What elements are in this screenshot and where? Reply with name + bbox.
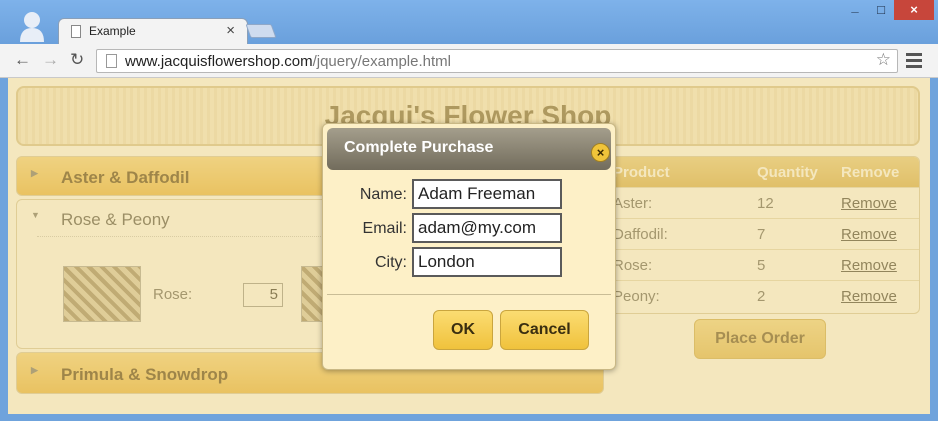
browser-tab[interactable]: Example ×	[58, 18, 248, 44]
minimize-button[interactable]: _	[842, 0, 868, 20]
close-window-button[interactable]: ×	[894, 0, 934, 20]
tab-close-icon[interactable]: ×	[226, 22, 235, 39]
new-tab-button[interactable]	[245, 24, 277, 38]
url-text[interactable]: www.jacquisflowershop.com/jquery/example…	[125, 53, 451, 70]
dialog-close-icon[interactable]: ×	[591, 143, 610, 162]
page-icon	[71, 25, 81, 38]
browser-toolbar: ← → ↻ www.jacquisflowershop.com/jquery/e…	[0, 44, 938, 78]
menu-icon[interactable]	[906, 53, 922, 71]
address-bar[interactable]: www.jacquisflowershop.com/jquery/example…	[96, 49, 898, 73]
url-path: /jquery/example.html	[312, 53, 451, 70]
email-field[interactable]	[412, 213, 562, 243]
email-label: Email:	[362, 220, 407, 237]
name-field[interactable]	[412, 179, 562, 209]
url-host: www.jacquisflowershop.com	[125, 53, 313, 70]
window-titlebar: Example × _ □ ×	[0, 0, 938, 44]
city-label: City:	[375, 254, 407, 271]
complete-purchase-dialog: Complete Purchase × Name: Email: City: O…	[322, 123, 616, 370]
cancel-button[interactable]: Cancel	[500, 310, 589, 350]
forward-arrow-icon[interactable]: →	[42, 50, 59, 70]
back-arrow-icon[interactable]: ←	[14, 50, 31, 70]
tab-title: Example	[89, 24, 136, 38]
city-field[interactable]	[412, 247, 562, 277]
maximize-button[interactable]: □	[868, 0, 894, 20]
user-profile-icon[interactable]	[18, 10, 46, 42]
ok-button[interactable]: OK	[433, 310, 493, 350]
name-label: Name:	[359, 186, 407, 203]
dialog-titlebar[interactable]: Complete Purchase ×	[327, 128, 611, 170]
dialog-title: Complete Purchase	[344, 139, 494, 156]
dialog-divider	[327, 294, 611, 295]
page-icon	[106, 54, 117, 68]
reload-icon[interactable]: ↻	[70, 50, 84, 70]
bookmark-star-icon[interactable]: ☆	[876, 50, 891, 70]
